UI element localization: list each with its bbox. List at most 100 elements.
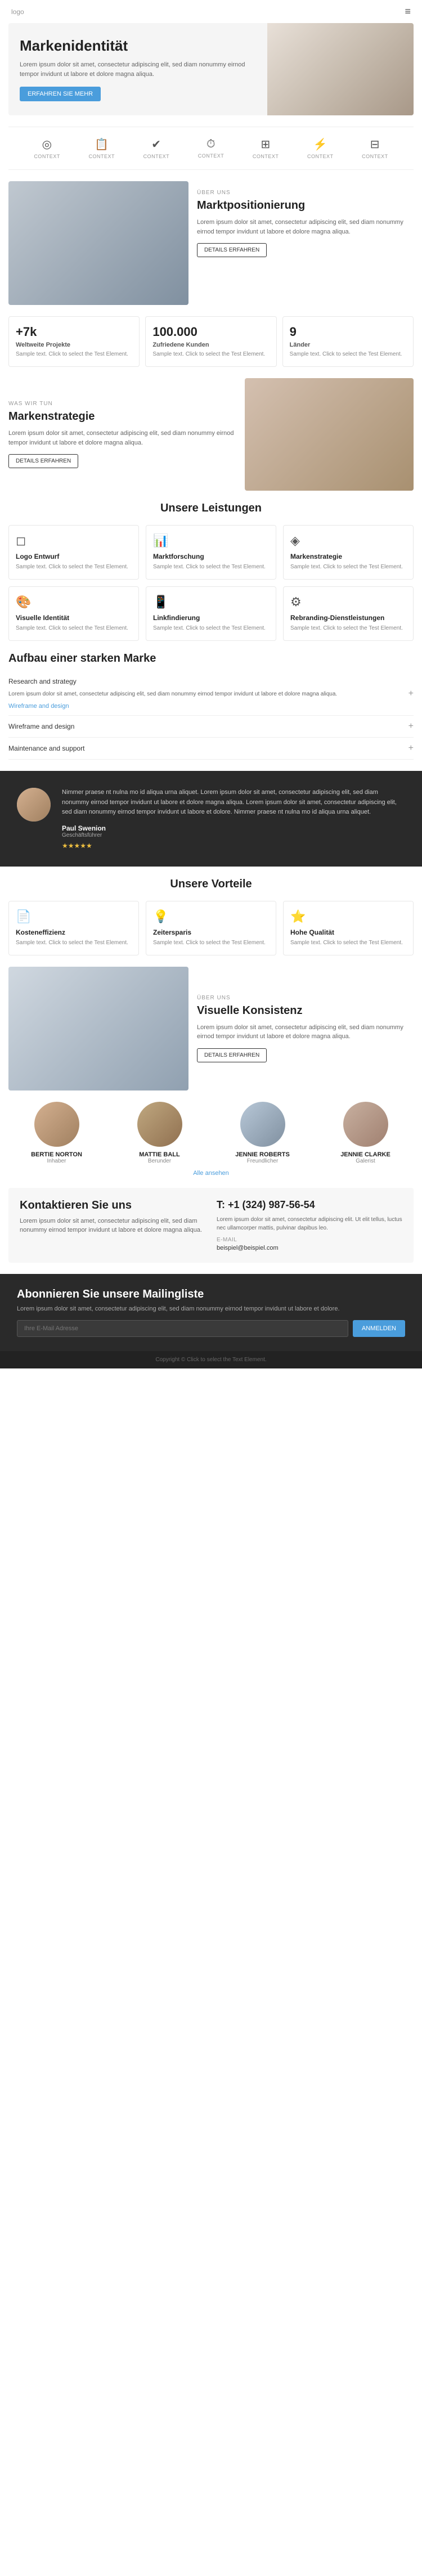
accordion-title: Aufbau einer starken Marke <box>8 652 414 665</box>
team-member-role: Galerist <box>317 1158 414 1164</box>
testimonial-section: Nimmer praese nt nulna mo id aliqua urna… <box>0 771 422 867</box>
icon-item: ⊟CONTEXT <box>362 137 388 159</box>
about-section: ÜBER UNS Marktpositionierung Lorem ipsum… <box>8 181 414 305</box>
advantage-description: Sample text. Click to select the Test El… <box>153 939 269 947</box>
hero-cta-button[interactable]: ERFAHREN SIE MEHR <box>20 87 101 101</box>
icon-label: CONTEXT <box>143 154 170 159</box>
team-member-name: JENNIE CLARKE <box>317 1151 414 1158</box>
contact-phone-description: Lorem ipsum dolor sit amet, consectetur … <box>217 1215 402 1232</box>
service-card: 📊MarktforschungSample text. Click to sel… <box>146 525 276 580</box>
icon-label: CONTEXT <box>34 154 60 159</box>
accordion-description: Lorem ipsum dolor sit amet, consectetur … <box>8 690 408 698</box>
icon-item: ◎CONTEXT <box>34 137 60 159</box>
newsletter-email-input[interactable] <box>17 1320 348 1337</box>
logo: logo <box>11 8 24 16</box>
service-description: Sample text. Click to select the Test El… <box>290 625 406 632</box>
visual-title: Visuelle Konsistenz <box>197 1004 414 1017</box>
service-icon: ◈ <box>290 533 406 548</box>
team-see-all[interactable]: Alle ansehen <box>8 1170 414 1177</box>
stat-card: +7kWeltweite ProjekteSample text. Click … <box>8 316 140 367</box>
stat-card: 9LänderSample text. Click to select the … <box>282 316 414 367</box>
icon-item: ⏱CONTEXT <box>198 138 225 159</box>
strategy-text: WAS WIR TUN Markenstrategie Lorem ipsum … <box>8 392 236 477</box>
team-member-role: Freundlicher <box>214 1158 311 1164</box>
team-card: JENNIE ROBERTSFreundlicher <box>214 1102 311 1164</box>
strategy-button[interactable]: DETAILS ERFAHREN <box>8 454 78 468</box>
strategy-section: WAS WIR TUN Markenstrategie Lorem ipsum … <box>8 378 414 491</box>
contact-description: Lorem ipsum dolor sit amet, consectetur … <box>20 1217 205 1235</box>
service-card: ⚙ Rebranding-Dienstleistungen Sample text.… <box>283 586 414 641</box>
about-button[interactable]: DETAILS ERFAHREN <box>197 243 267 257</box>
service-title: Logo Entwurf <box>16 553 132 560</box>
stats-row: +7kWeltweite ProjekteSample text. Click … <box>8 316 414 367</box>
service-title: Marktforschung <box>153 553 269 560</box>
team-card: BERTIE NORTONInhaber <box>8 1102 105 1164</box>
contact-phone: T: +1 (324) 987-56-54 <box>217 1199 402 1211</box>
icon-label: CONTEXT <box>307 154 334 159</box>
service-icon: ⚙ <box>290 595 406 609</box>
advantage-icon: ⭐ <box>290 909 406 924</box>
footer: Copyright © Click to select the Text Ele… <box>0 1351 422 1368</box>
hero-description: Lorem ipsum dolor sit amet, consectetur … <box>20 60 256 79</box>
about-title: Marktpositionierung <box>197 199 414 212</box>
service-icon: ✔ <box>151 137 161 151</box>
team-avatar <box>137 1102 182 1147</box>
stat-description: Sample text. Click to select the Test El… <box>290 351 406 358</box>
accordion-label: Research and strategy <box>8 677 408 685</box>
accordion-item[interactable]: Maintenance and support+ <box>8 738 414 760</box>
testimonial-avatar <box>17 788 51 822</box>
hero-image <box>267 23 414 115</box>
hero-text: Markenidentität Lorem ipsum dolor sit am… <box>8 23 267 115</box>
service-description: Sample text. Click to select the Test El… <box>153 625 269 632</box>
testimonial-text: Nimmer praese nt nulna mo id aliqua urna… <box>62 788 405 818</box>
accordion-link[interactable]: Wireframe and design <box>8 703 408 710</box>
accordion-item[interactable]: Wireframe and design+ <box>8 716 414 738</box>
team-member-name: BERTIE NORTON <box>8 1151 105 1158</box>
accordion-section: Aufbau einer starken Marke Research and … <box>8 652 414 760</box>
service-icon: ⊞ <box>261 137 271 151</box>
advantage-title: Zeitersparis <box>153 928 269 936</box>
service-title: Rebranding-Dienstleistungen <box>290 614 406 622</box>
contact-email[interactable]: beispiel@beispiel.com <box>217 1245 402 1251</box>
icon-label: CONTEXT <box>362 154 388 159</box>
service-title: Markenstrategie <box>290 553 406 560</box>
service-icon: 📋 <box>95 137 109 151</box>
team-card: JENNIE CLARKEGalerist <box>317 1102 414 1164</box>
hero-image-placeholder <box>267 23 414 115</box>
icon-label: CONTEXT <box>198 153 225 159</box>
hero-section: Markenidentität Lorem ipsum dolor sit am… <box>8 23 414 115</box>
stat-description: Sample text. Click to select the Test El… <box>152 351 269 358</box>
footer-text: Copyright © Click to select the Text Ele… <box>11 1357 411 1363</box>
service-title: Visuelle Identität <box>16 614 132 622</box>
strategy-image-placeholder <box>245 378 414 491</box>
team-grid: BERTIE NORTONInhaberMATTIE BALLBerunderJ… <box>8 1102 414 1164</box>
team-avatar <box>240 1102 285 1147</box>
accordion-container: Research and strategy Lorem ipsum dolor s… <box>8 672 414 760</box>
advantages-grid: 📄KosteneffizienzSample text. Click to se… <box>8 901 414 955</box>
icons-row: ◎CONTEXT📋CONTEXT✔CONTEXT⏱CONTEXT⊞CONTEXT… <box>8 127 414 170</box>
stat-label: Zufriedene Kunden <box>152 342 269 348</box>
visual-text: ÜBER UNS Visuelle Konsistenz Lorem ipsum… <box>197 989 414 1068</box>
newsletter-section: Abonnieren Sie unsere Mailingliste Lorem… <box>0 1274 422 1351</box>
strategy-image <box>245 378 414 491</box>
service-description: Sample text. Click to select the Test El… <box>16 625 132 632</box>
menu-icon[interactable]: ≡ <box>405 6 411 17</box>
testimonial-name: Paul Swenion <box>62 824 405 832</box>
service-title: Linkfindierung <box>153 614 269 622</box>
icon-item: ✔ CONTEXT <box>143 137 170 159</box>
newsletter-form: ANMELDEN <box>17 1320 405 1337</box>
visual-label: ÜBER UNS <box>197 995 414 1001</box>
accordion-toggle: + <box>408 743 414 753</box>
icon-item: ⚡CONTEXT <box>307 137 334 159</box>
accordion-toggle: + <box>408 689 414 699</box>
services-section: Unsere Leistungen ◻Logo EntwurfSample te… <box>8 502 414 641</box>
about-label: ÜBER UNS <box>197 190 414 196</box>
service-card: 📱LinkfindierungSample text. Click to sel… <box>146 586 276 641</box>
service-card: ◻Logo EntwurfSample text. Click to selec… <box>8 525 139 580</box>
visual-button[interactable]: DETAILS ERFAHREN <box>197 1048 267 1062</box>
accordion-item[interactable]: Research and strategy Lorem ipsum dolor s… <box>8 672 414 716</box>
accordion-label: Wireframe and design <box>8 722 408 730</box>
team-member-name: JENNIE ROBERTS <box>214 1151 311 1158</box>
stat-label: Länder <box>290 342 406 348</box>
newsletter-submit-button[interactable]: ANMELDEN <box>353 1320 405 1337</box>
